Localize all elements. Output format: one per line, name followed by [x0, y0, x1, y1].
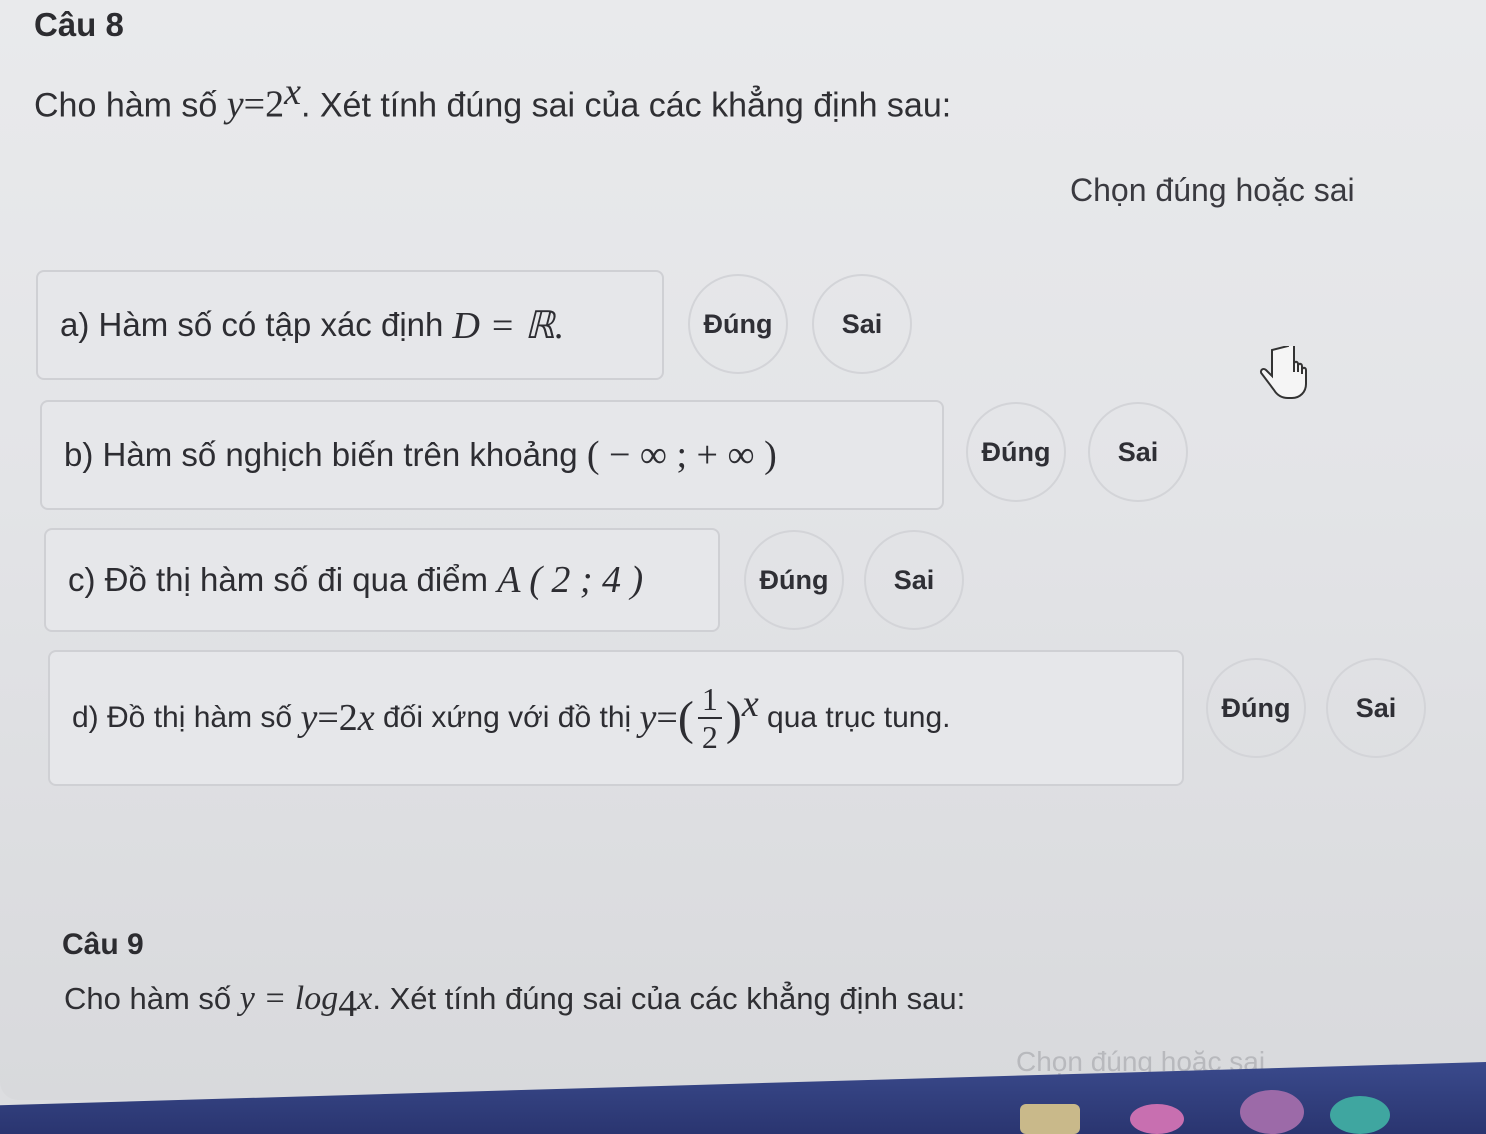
statement-d-true-button[interactable]: Đúng	[1206, 658, 1306, 758]
hand-pointer-icon	[1259, 346, 1307, 399]
statement-c-false-button[interactable]: Sai	[864, 530, 964, 630]
statement-a-false-button[interactable]: Sai	[812, 274, 912, 374]
statement-b-text: b) Hàm số nghịch biến trên khoảng	[64, 436, 578, 473]
math-y: y	[226, 83, 244, 126]
statement-d-y2: y	[639, 697, 657, 739]
math-base: 2	[265, 83, 285, 126]
statement-b-false-button[interactable]: Sai	[1088, 402, 1188, 502]
statement-d-text: d) Đồ thị hàm số	[72, 701, 293, 734]
statement-c: c) Đồ thị hàm số đi qua điểm A ( 2 ; 4 )	[44, 528, 720, 632]
statement-c-true-button[interactable]: Đúng	[744, 530, 844, 630]
math-eq: =	[243, 83, 266, 126]
question-page: Câu 8 Cho hàm số y=2x. Xét tính đúng sai…	[0, 0, 1486, 1100]
statement-a-true-button[interactable]: Đúng	[688, 274, 788, 374]
statement-d-fraction: 1 2	[697, 683, 722, 753]
stem-text: Cho hàm số	[64, 981, 232, 1016]
statement-a-math: D = ℝ.	[452, 304, 565, 347]
statement-d-false-button[interactable]: Sai	[1326, 658, 1426, 758]
taskbar-app-icon[interactable]	[1330, 1096, 1390, 1134]
taskbar-app-icon[interactable]	[1130, 1104, 1184, 1134]
statement-d-exp: x	[357, 697, 375, 739]
statement-c-text: c) Đồ thị hàm số đi qua điểm	[68, 561, 489, 598]
statement-b-math: ( − ∞ ; + ∞ )	[586, 434, 777, 476]
statement-d-exp2: x	[741, 683, 759, 725]
statement-d-base: 2	[338, 697, 358, 739]
stem-text: Cho hàm số	[34, 86, 218, 125]
stem-suffix: . Xét tính đúng sai của các khẳng định s…	[300, 86, 952, 125]
statement-b: b) Hàm số nghịch biến trên khoảng ( − ∞ …	[40, 400, 944, 510]
question-8-title: Câu 8	[34, 6, 124, 43]
statement-d-y: y	[300, 697, 318, 739]
taskbar-app-icon[interactable]	[1240, 1090, 1304, 1134]
stem-suffix: . Xét tính đúng sai của các khẳng định s…	[372, 981, 966, 1016]
statement-a: a) Hàm số có tập xác định D = ℝ.	[36, 270, 664, 380]
statement-d-mid-text: đối xứng với đồ thị	[382, 701, 632, 734]
choose-true-false-label: Chọn đúng hoặc sai	[1070, 172, 1355, 208]
math-log-base: 4	[338, 983, 358, 1026]
statement-b-true-button[interactable]: Đúng	[966, 402, 1066, 502]
statement-a-text: a) Hàm số có tập xác định	[60, 306, 444, 343]
question-9-title: Câu 9	[62, 928, 144, 961]
math-log: y = log	[239, 980, 339, 1017]
question-8-stem: Cho hàm số y=2x. Xét tính đúng sai của c…	[34, 70, 951, 126]
taskbar-app-icon[interactable]	[1020, 1104, 1080, 1134]
math-exp: x	[284, 71, 301, 113]
statement-d-end-text: qua trục tung.	[767, 701, 951, 734]
statement-c-math: A ( 2 ; 4 )	[497, 559, 644, 601]
question-9-stem: Cho hàm số y = log4x. Xét tính đúng sai …	[64, 980, 965, 1026]
math-var: x	[357, 980, 373, 1017]
statement-d: d) Đồ thị hàm số y = 2 x đối xứng với đồ th…	[48, 650, 1184, 786]
